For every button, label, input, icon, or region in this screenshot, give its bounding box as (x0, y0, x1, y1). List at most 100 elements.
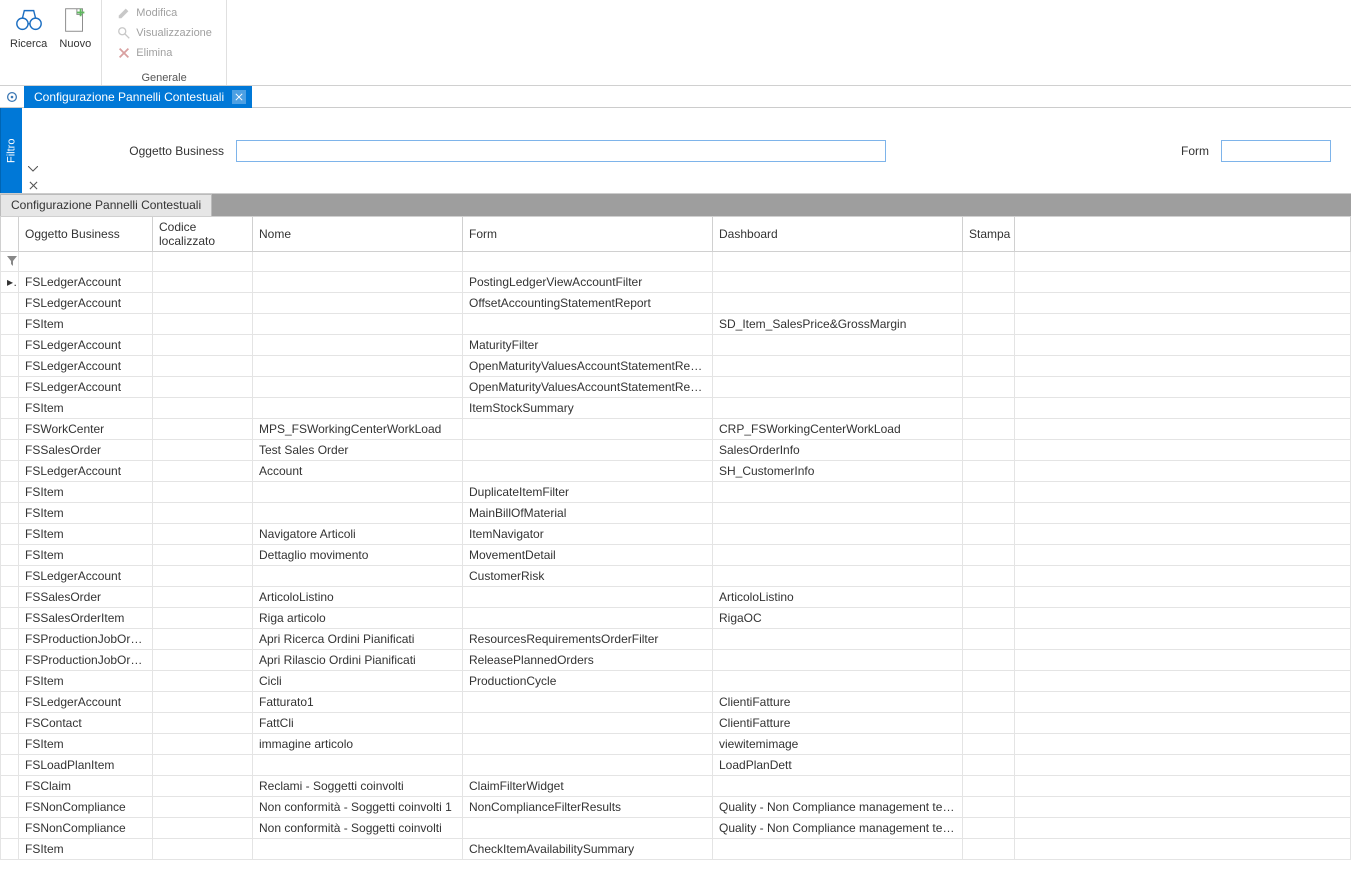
cell-nome[interactable] (253, 356, 463, 377)
grid-filter-stampa[interactable] (963, 252, 1015, 272)
cell-nome[interactable] (253, 398, 463, 419)
cell-stampa[interactable] (963, 692, 1015, 713)
row-marker[interactable] (1, 839, 19, 860)
cell-stampa[interactable] (963, 545, 1015, 566)
table-row[interactable]: FSItemimmagine articoloviewitemimage (1, 734, 1351, 755)
cell-dash[interactable]: ClientiFatture (713, 692, 963, 713)
cell-stampa[interactable] (963, 482, 1015, 503)
cell-dash[interactable]: LoadPlanDett (713, 755, 963, 776)
cell-form[interactable] (463, 713, 713, 734)
cell-ob[interactable]: FSLedgerAccount (19, 293, 153, 314)
table-row[interactable]: FSWorkCenterMPS_FSWorkingCenterWorkLoadC… (1, 419, 1351, 440)
row-marker[interactable] (1, 461, 19, 482)
cell-dash[interactable]: ClientiFatture (713, 713, 963, 734)
cell-ob[interactable]: FSLedgerAccount (19, 335, 153, 356)
table-row[interactable]: FSNonComplianceNon conformità - Soggetti… (1, 818, 1351, 839)
cell-form[interactable]: MainBillOfMaterial (463, 503, 713, 524)
table-row[interactable]: FSLedgerAccountOpenMaturityValuesAccount… (1, 356, 1351, 377)
cell-ob[interactable]: FSLedgerAccount (19, 377, 153, 398)
cell-dash[interactable] (713, 503, 963, 524)
filter-tab[interactable]: Filtro (0, 108, 22, 193)
cell-stampa[interactable] (963, 398, 1015, 419)
table-row[interactable]: FSLedgerAccount OpenMaturityValuesAccount… (1, 377, 1351, 398)
cell-ob[interactable]: FSLedgerAccount (19, 356, 153, 377)
cell-form[interactable]: ItemStockSummary (463, 398, 713, 419)
cell-ob[interactable]: FSItem (19, 545, 153, 566)
cell-ob[interactable]: FSItem (19, 503, 153, 524)
clear-filter-icon[interactable] (29, 181, 38, 193)
cell-codice[interactable] (153, 524, 253, 545)
cell-dash[interactable]: SD_Item_SalesPrice&GrossMargin (713, 314, 963, 335)
cell-form[interactable]: CheckItemAvailabilitySummary (463, 839, 713, 860)
cell-stampa[interactable] (963, 440, 1015, 461)
cell-form[interactable]: ResourcesRequirementsOrderFilter (463, 629, 713, 650)
table-row[interactable]: ▸FSLedgerAccountPostingLedgerViewAccount… (1, 272, 1351, 293)
cell-codice[interactable] (153, 734, 253, 755)
cell-stampa[interactable] (963, 524, 1015, 545)
cell-nome[interactable]: Riga articolo (253, 608, 463, 629)
table-row[interactable]: FSSalesOrderArticoloListinoArticoloListi… (1, 587, 1351, 608)
cell-form[interactable]: OffsetAccountingStatementReport (463, 293, 713, 314)
cell-dash[interactable]: Quality - Non Compliance management team (713, 797, 963, 818)
data-grid[interactable]: Oggetto Business Codice localizzato Nome… (0, 216, 1351, 860)
table-row[interactable]: FSItem MainBillOfMaterial (1, 503, 1351, 524)
row-marker[interactable] (1, 377, 19, 398)
cell-codice[interactable] (153, 587, 253, 608)
cell-form[interactable] (463, 440, 713, 461)
cell-ob[interactable]: FSContact (19, 713, 153, 734)
cell-stampa[interactable] (963, 818, 1015, 839)
cell-codice[interactable] (153, 608, 253, 629)
cell-nome[interactable]: Non conformità - Soggetti coinvolti (253, 818, 463, 839)
cell-ob[interactable]: FSItem (19, 524, 153, 545)
cell-dash[interactable] (713, 545, 963, 566)
cell-form[interactable]: MaturityFilter (463, 335, 713, 356)
cell-codice[interactable] (153, 776, 253, 797)
row-marker[interactable] (1, 608, 19, 629)
cell-nome[interactable] (253, 566, 463, 587)
cell-nome[interactable]: Fatturato1 (253, 692, 463, 713)
cell-nome[interactable]: Dettaglio movimento (253, 545, 463, 566)
row-marker[interactable] (1, 818, 19, 839)
cell-nome[interactable]: MPS_FSWorkingCenterWorkLoad (253, 419, 463, 440)
cell-form[interactable]: ProductionCycle (463, 671, 713, 692)
cell-nome[interactable]: Navigatore Articoli (253, 524, 463, 545)
cell-dash[interactable] (713, 650, 963, 671)
cell-codice[interactable] (153, 398, 253, 419)
grid-header-ob[interactable]: Oggetto Business (19, 217, 153, 252)
cell-stampa[interactable] (963, 419, 1015, 440)
ricerca-button[interactable]: Ricerca (6, 2, 51, 52)
cell-dash[interactable]: CRP_FSWorkingCenterWorkLoad (713, 419, 963, 440)
row-marker[interactable] (1, 314, 19, 335)
window-tab[interactable]: Configurazione Pannelli Contestuali (24, 86, 252, 108)
cell-dash[interactable] (713, 776, 963, 797)
cell-dash[interactable] (713, 566, 963, 587)
cell-dash[interactable] (713, 293, 963, 314)
cell-form[interactable]: OpenMaturityValuesAccountStatementReport (463, 377, 713, 398)
cell-nome[interactable]: Apri Ricerca Ordini Pianificati (253, 629, 463, 650)
cell-nome[interactable]: Reclami - Soggetti coinvolti (253, 776, 463, 797)
cell-ob[interactable]: FSNonCompliance (19, 797, 153, 818)
cell-form[interactable]: CustomerRisk (463, 566, 713, 587)
row-marker[interactable] (1, 503, 19, 524)
cell-codice[interactable] (153, 755, 253, 776)
cell-stampa[interactable] (963, 587, 1015, 608)
cell-nome[interactable]: ArticoloListino (253, 587, 463, 608)
row-marker[interactable] (1, 713, 19, 734)
modifica-button[interactable]: Modifica (112, 4, 216, 22)
row-marker[interactable] (1, 734, 19, 755)
table-row[interactable]: FSLedgerAccountFatturato1ClientiFatture (1, 692, 1351, 713)
table-row[interactable]: FSItemCheckItemAvailabilitySummary (1, 839, 1351, 860)
cell-codice[interactable] (153, 566, 253, 587)
cell-form[interactable]: NonComplianceFilterResults (463, 797, 713, 818)
cell-codice[interactable] (153, 293, 253, 314)
row-marker[interactable] (1, 293, 19, 314)
cell-dash[interactable]: Quality - Non Compliance management team (713, 818, 963, 839)
cell-nome[interactable] (253, 335, 463, 356)
row-marker[interactable] (1, 776, 19, 797)
cell-nome[interactable]: immagine articolo (253, 734, 463, 755)
cell-codice[interactable] (153, 419, 253, 440)
cell-form[interactable] (463, 419, 713, 440)
cell-ob[interactable]: FSLedgerAccount (19, 566, 153, 587)
cell-codice[interactable] (153, 692, 253, 713)
table-row[interactable]: FSItemSD_Item_SalesPrice&GrossMargin (1, 314, 1351, 335)
